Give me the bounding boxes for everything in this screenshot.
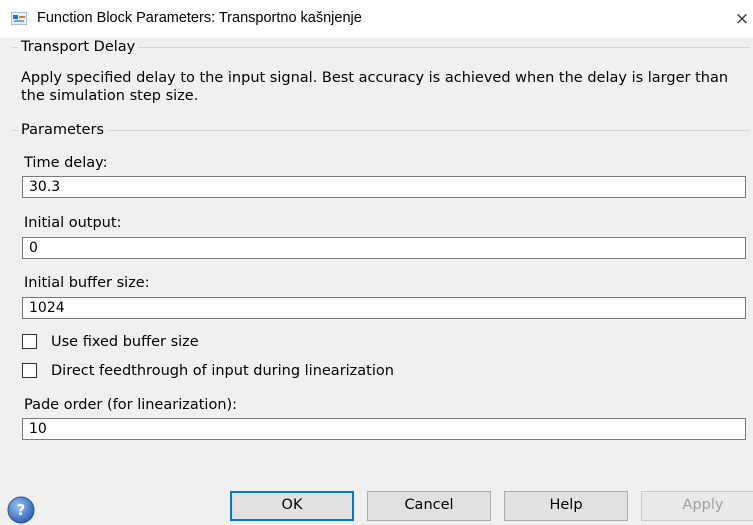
time-delay-field[interactable]: 30.3 [22,176,746,198]
block-group-label: Transport Delay [18,38,139,56]
direct-feedthrough-checkbox[interactable] [22,363,37,378]
close-icon: × [734,9,750,29]
initial-buffer-size-field[interactable]: 1024 [22,297,746,319]
svg-text:?: ? [17,501,26,519]
pade-order-label: Pade order (for linearization): [24,397,238,413]
initial-buffer-size-label: Initial buffer size: [24,275,150,291]
title-bar: Function Block Parameters: Transportno k… [0,0,753,38]
use-fixed-buffer-checkbox[interactable] [22,334,37,349]
use-fixed-buffer-label: Use fixed buffer size [51,334,199,350]
apply-button[interactable]: Apply [641,491,753,521]
initial-output-label: Initial output: [24,215,122,231]
block-description: Apply specified delay to the input signa… [21,70,729,104]
window-title: Function Block Parameters: Transportno k… [37,10,362,26]
simulink-block-icon [11,12,27,25]
parameters-group-label: Parameters [18,121,107,139]
initial-output-field[interactable]: 0 [22,237,746,259]
parameters-group [12,130,750,131]
cancel-button[interactable]: Cancel [367,491,491,521]
direct-feedthrough-label: Direct feedthrough of input during linea… [51,363,394,379]
close-button[interactable]: × [731,6,753,32]
help-question-icon[interactable]: ? [6,495,36,525]
help-button[interactable]: Help [504,491,628,521]
ok-button[interactable]: OK [230,491,354,521]
pade-order-field[interactable]: 10 [22,418,746,440]
time-delay-label: Time delay: [24,155,108,171]
